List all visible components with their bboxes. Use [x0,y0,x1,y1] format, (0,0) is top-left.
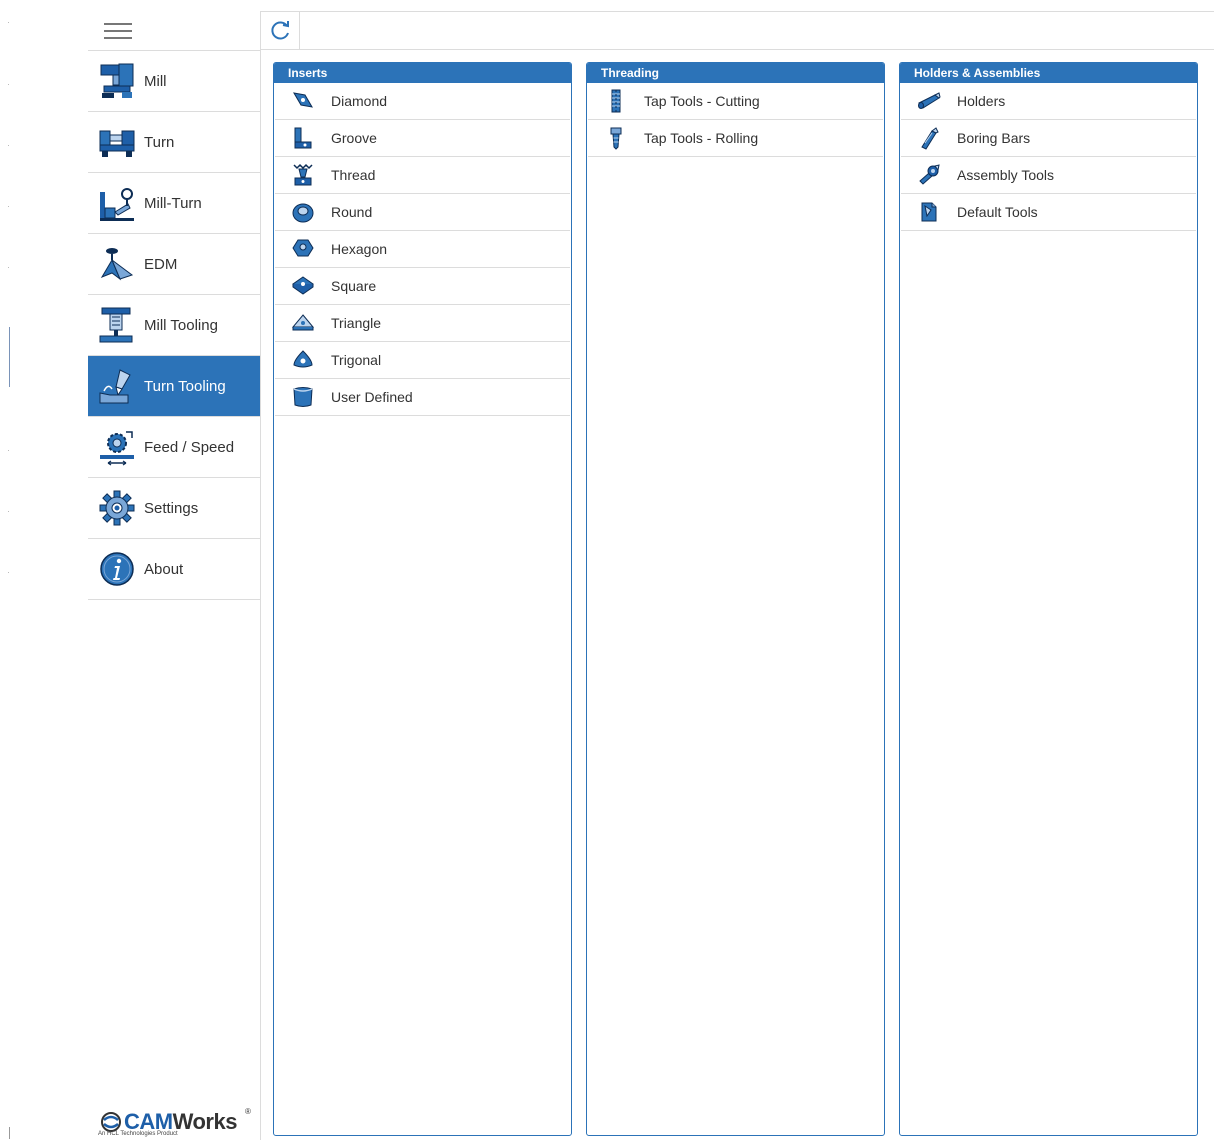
camworks-logo: CAMWorks ® An HCL Technologies Product [98,1107,258,1137]
sidebar-item-feed-speed[interactable]: Feed / Speed [88,417,260,478]
hamburger-menu-icon[interactable] [104,23,132,39]
holders-item-boring-bars[interactable]: Boring Bars [901,120,1196,157]
sidebar-item-label: Turn [144,133,175,151]
sidebar: Mill Turn Mill-Turn EDM Mill Tooling Tur… [88,11,261,1140]
logo-works: Works [172,1109,238,1134]
refresh-button[interactable] [261,12,300,49]
mill-tooling-icon [99,307,133,343]
item-label: Assembly Tools [957,167,1055,183]
item-label: Thread [331,167,376,183]
turn-tooling-icon [99,369,131,404]
insert-item-triangle[interactable]: Triangle [275,305,570,342]
sidebar-item-label: Mill [144,72,167,90]
holders-item-default-tools[interactable]: Default Tools [901,194,1196,231]
insert-item-hexagon[interactable]: Hexagon [275,231,570,268]
square-insert-icon [292,276,314,295]
insert-item-groove[interactable]: Groove [275,120,570,157]
item-label: Diamond [331,93,388,109]
tap-cutting-icon [611,89,621,113]
sidebar-item-label: Mill-Turn [144,194,202,212]
feed-speed-icon [100,431,134,466]
sidebar-item-settings[interactable]: Settings [88,478,260,539]
insert-item-square[interactable]: Square [275,268,570,305]
user-defined-insert-icon [293,387,313,407]
turn-icon [99,130,135,157]
insert-item-diamond[interactable]: Diamond [275,83,570,120]
round-insert-icon [292,203,314,223]
edm-icon [100,248,134,281]
sidebar-header [88,11,260,51]
item-label: Round [331,204,373,220]
trigonal-insert-icon [293,350,313,368]
mill-turn-icon [100,188,134,221]
logo-tagline: An HCL Technologies Product [98,1131,178,1137]
triangle-insert-icon [291,314,315,331]
mill-icon [100,63,134,98]
item-label: Boring Bars [957,130,1031,146]
item-label: Groove [331,130,377,146]
boring-bar-icon [921,127,939,150]
insert-item-user-defined[interactable]: User Defined [275,379,570,416]
inserts-panel: Inserts Diamond Groove Thread Round Hexa… [273,62,572,1136]
info-icon [100,552,134,586]
panel-title: Inserts [274,63,571,83]
insert-item-thread[interactable]: Thread [275,157,570,194]
sidebar-item-label: Mill Tooling [144,316,218,334]
panel-title: Holders & Assemblies [900,63,1197,83]
settings-gear-icon [99,490,135,526]
panel-title: Threading [587,63,884,83]
holder-icon [918,92,941,109]
sidebar-item-mill-tooling[interactable]: Mill Tooling [88,295,260,356]
item-label: Holders [957,93,1006,109]
holders-assemblies-panel: Holders & Assemblies Holders Boring Bars… [899,62,1198,1136]
item-label: Hexagon [331,241,388,257]
logo-registered: ® [245,1107,251,1116]
camworks-swirl-icon [101,1112,121,1132]
item-label: Default Tools [957,204,1038,220]
sidebar-item-label: EDM [144,255,178,273]
hexagon-insert-icon [292,239,314,257]
threading-panel: Threading Tap Tools - Cutting Tap Tools … [586,62,885,1136]
toolbar [261,11,1214,50]
item-label: Tap Tools - Cutting [644,93,760,109]
diamond-insert-icon [293,92,313,108]
item-label: Tap Tools - Rolling [644,130,759,146]
sidebar-item-mill-turn[interactable]: Mill-Turn [88,173,260,234]
threading-item-tap-rolling[interactable]: Tap Tools - Rolling [588,120,883,157]
sidebar-item-label: Feed / Speed [144,438,235,456]
threading-item-tap-cutting[interactable]: Tap Tools - Cutting [588,83,883,120]
sidebar-item-mill[interactable]: Mill [88,51,260,112]
sidebar-item-edm[interactable]: EDM [88,234,260,295]
default-tools-icon [921,202,937,222]
insert-item-trigonal[interactable]: Trigonal [275,342,570,379]
groove-insert-icon [294,127,312,149]
sidebar-item-label: About [144,560,184,578]
sidebar-item-turn-tooling[interactable]: Turn Tooling [88,356,260,417]
item-label: Trigonal [331,352,382,368]
holders-item-assembly-tools[interactable]: Assembly Tools [901,157,1196,194]
sidebar-item-label: Settings [144,499,199,517]
left-edge-marks [0,0,20,1140]
sidebar-item-about[interactable]: About [88,539,260,600]
item-label: Triangle [331,315,382,331]
holders-item-holders[interactable]: Holders [901,83,1196,120]
tap-rolling-icon [610,127,622,150]
item-label: User Defined [331,389,413,405]
thread-insert-icon [293,163,313,186]
item-label: Square [331,278,377,294]
assembly-tools-icon [919,164,940,185]
insert-item-round[interactable]: Round [275,194,570,231]
refresh-icon [271,21,289,40]
sidebar-item-turn[interactable]: Turn [88,112,260,173]
sidebar-item-label: Turn Tooling [144,377,226,395]
